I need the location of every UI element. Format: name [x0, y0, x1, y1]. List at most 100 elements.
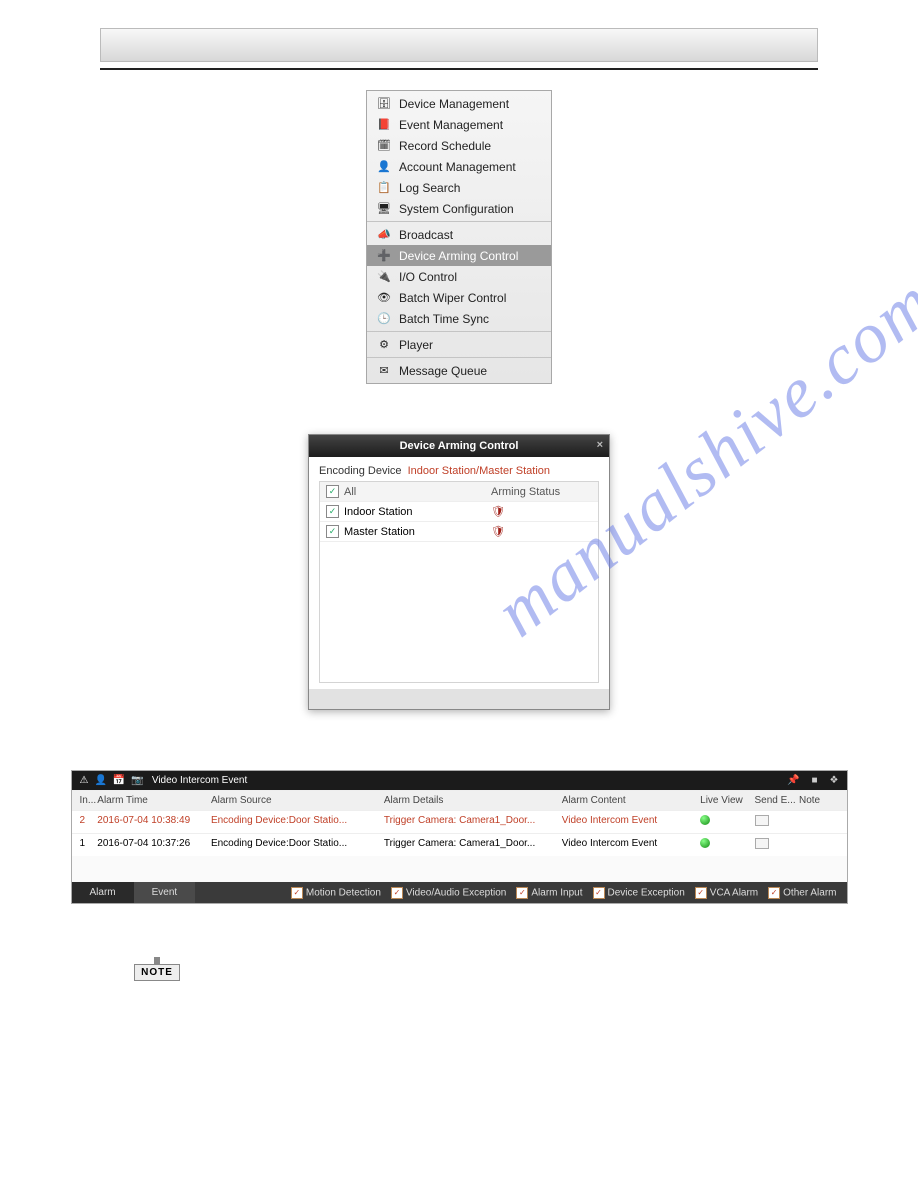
cell-index: 2 — [80, 815, 98, 829]
menu-item-player[interactable]: ⚙Player — [367, 334, 551, 355]
col-status-header: Arming Status — [491, 486, 592, 498]
col-note[interactable]: Note — [799, 795, 839, 806]
menu-item-log-search[interactable]: 📋Log Search — [367, 177, 551, 198]
cell-time: 2016-07-04 10:37:26 — [97, 838, 211, 852]
account-icon: 👤 — [375, 159, 393, 174]
tab-encoding-device[interactable]: Encoding Device — [319, 465, 402, 477]
menu-item-account-management[interactable]: 👤Account Management — [367, 156, 551, 177]
menu-item-label: I/O Control — [399, 270, 457, 284]
armed-icon: 🛡 — [491, 526, 505, 538]
table-empty-area — [320, 542, 598, 682]
filter-label: Motion Detection — [306, 887, 381, 898]
cell-content: Video Intercom Event — [562, 838, 700, 852]
user-icon: 👤 — [94, 775, 106, 786]
menu-item-message-queue[interactable]: ✉ Message Queue — [367, 360, 551, 381]
filter-alarm-input[interactable]: ✓Alarm Input — [516, 887, 582, 899]
event-button[interactable]: Event — [134, 882, 196, 903]
close-icon[interactable]: × — [597, 439, 603, 451]
cell-details: Trigger Camera: Camera1_Door... — [384, 815, 562, 829]
popout-icon[interactable]: ■ — [811, 775, 817, 786]
menu-item-label: Device Arming Control — [399, 249, 518, 263]
table-row[interactable]: ✓Indoor Station🛡 — [320, 502, 598, 522]
menu-item-label: Message Queue — [399, 364, 487, 378]
broadcast-icon: 📣 — [375, 227, 393, 242]
wiper-icon: 👁 — [375, 290, 393, 305]
table-row[interactable]: 12016-07-04 10:37:26Encoding Device:Door… — [72, 833, 847, 856]
cell-content: Video Intercom Event — [562, 815, 700, 829]
cell-live-view — [700, 838, 754, 852]
note-badge: NOTE — [134, 964, 180, 981]
alarm-button[interactable]: Alarm — [72, 882, 134, 903]
dialog-footer — [309, 689, 609, 709]
col-alarm-details[interactable]: Alarm Details — [384, 795, 562, 806]
menu-item-batch-wiper-control[interactable]: 👁Batch Wiper Control — [367, 287, 551, 308]
check-icon: ✓ — [695, 887, 707, 899]
alert-icon: ⚠ — [80, 775, 89, 786]
cell-time: 2016-07-04 10:38:49 — [97, 815, 211, 829]
filter-video-audio-exception[interactable]: ✓Video/Audio Exception — [391, 887, 506, 899]
schedule-icon: 🗓 — [375, 138, 393, 153]
menu-item-label: Device Management — [399, 97, 509, 111]
menu-separator — [367, 331, 551, 332]
header-bar — [100, 28, 818, 62]
collapse-icon[interactable]: ❖ — [830, 775, 839, 786]
filter-label: Alarm Input — [531, 887, 582, 898]
envelope-icon[interactable] — [755, 838, 769, 849]
filter-label: Device Exception — [608, 887, 685, 898]
menu-item-system-configuration[interactable]: 🖥System Configuration — [367, 198, 551, 219]
col-alarm-source[interactable]: Alarm Source — [211, 795, 384, 806]
cell-index: 1 — [80, 838, 98, 852]
col-index[interactable]: In... — [80, 795, 98, 806]
filter-label: Video/Audio Exception — [406, 887, 506, 898]
check-icon: ✓ — [768, 887, 780, 899]
col-live-view[interactable]: Live View — [700, 795, 754, 806]
filter-vca-alarm[interactable]: ✓VCA Alarm — [695, 887, 758, 899]
filter-device-exception[interactable]: ✓Device Exception — [593, 887, 685, 899]
envelope-icon[interactable] — [755, 815, 769, 826]
filter-other-alarm[interactable]: ✓Other Alarm — [768, 887, 836, 899]
armed-icon: 🛡 — [491, 506, 505, 518]
calendar-icon: 📅 — [113, 775, 125, 786]
menu-item-label: Event Management — [399, 118, 503, 132]
col-alarm-content[interactable]: Alarm Content — [562, 795, 700, 806]
checkbox[interactable]: ✓ — [326, 525, 339, 538]
check-icon: ✓ — [391, 887, 403, 899]
play-icon[interactable] — [700, 815, 710, 825]
menu-item-device-arming-control[interactable]: ➕Device Arming Control — [367, 245, 551, 266]
event-panel: ⚠ 👤 📅 📷 Video Intercom Event 📌 ■ ❖ In...… — [71, 770, 848, 904]
queue-icon: ✉ — [375, 363, 393, 378]
table-row[interactable]: 22016-07-04 10:38:49Encoding Device:Door… — [72, 810, 847, 833]
device-table: ✓ All Arming Status ✓Indoor Station🛡✓Mas… — [319, 481, 599, 683]
menu-item-record-schedule[interactable]: 🗓 Record Schedule — [367, 135, 551, 156]
tab-indoor-master-station[interactable]: Indoor Station/Master Station — [408, 465, 550, 477]
dialog-title: Device Arming Control — [400, 440, 519, 452]
menu-item-label: Player — [399, 338, 433, 352]
check-icon: ✓ — [291, 887, 303, 899]
menu-item-broadcast[interactable]: 📣Broadcast — [367, 224, 551, 245]
header-rule — [100, 68, 818, 70]
menu-item-label: Log Search — [399, 181, 460, 195]
time-icon: 🕒 — [375, 311, 393, 326]
col-device-header: All — [344, 486, 356, 498]
menu-item-label: Record Schedule — [399, 139, 491, 153]
device-arming-dialog: Device Arming Control × Encoding Device … — [308, 434, 610, 710]
cell-note — [799, 815, 839, 829]
menu-item-event-management[interactable]: 📕Event Management — [367, 114, 551, 135]
config-icon: 🖥 — [375, 201, 393, 216]
menu-item-i-o-control[interactable]: 🔌I/O Control — [367, 266, 551, 287]
play-icon[interactable] — [700, 838, 710, 848]
table-row[interactable]: ✓Master Station🛡 — [320, 522, 598, 542]
col-alarm-time[interactable]: Alarm Time — [97, 795, 211, 806]
menu-item-batch-time-sync[interactable]: 🕒Batch Time Sync — [367, 308, 551, 329]
event-panel-header: ⚠ 👤 📅 📷 Video Intercom Event 📌 ■ ❖ — [72, 771, 847, 790]
filter-motion-detection[interactable]: ✓Motion Detection — [291, 887, 381, 899]
checkbox[interactable]: ✓ — [326, 505, 339, 518]
checkbox-all[interactable]: ✓ — [326, 485, 339, 498]
menu-item-device-management[interactable]: 🗄Device Management — [367, 93, 551, 114]
pin-icon[interactable]: 📌 — [787, 775, 799, 786]
event-panel-title: Video Intercom Event — [152, 775, 247, 786]
tools-menu: 🗄Device Management📕Event Management 🗓 Reco… — [366, 90, 552, 384]
col-send-email[interactable]: Send E... — [755, 795, 799, 806]
cell-source: Encoding Device:Door Statio... — [211, 815, 384, 829]
event-gap — [72, 856, 847, 882]
